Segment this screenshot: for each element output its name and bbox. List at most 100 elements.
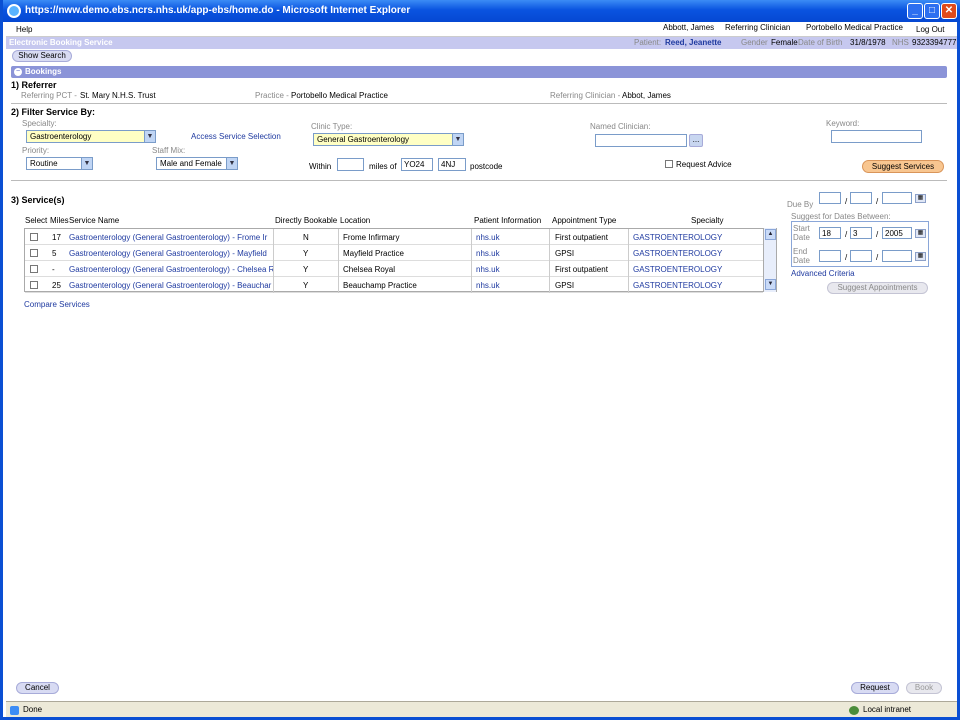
request-advice-label: Request Advice bbox=[676, 160, 732, 169]
specialty-link[interactable]: GASTROENTEROLOGY bbox=[633, 249, 759, 258]
cell-miles: 17 bbox=[52, 233, 61, 242]
calendar-icon[interactable]: ▦ bbox=[915, 229, 926, 238]
row-select-checkbox[interactable] bbox=[30, 233, 38, 241]
start-day-input[interactable]: 18 bbox=[819, 227, 841, 239]
menu-bar: Help Abbott, James Referring Clinician P… bbox=[6, 22, 957, 37]
close-button[interactable]: ✕ bbox=[941, 3, 957, 19]
postcode-part2-input[interactable]: 4NJ bbox=[438, 158, 466, 171]
date-separator: / bbox=[845, 230, 848, 239]
access-service-selection-link[interactable]: Access Service Selection bbox=[191, 132, 281, 141]
gender-value: Female bbox=[771, 38, 798, 47]
end-year-input[interactable] bbox=[882, 250, 912, 262]
postcode-part1-input[interactable]: YO24 bbox=[401, 158, 433, 171]
bookings-header[interactable]: − Bookings bbox=[11, 66, 947, 78]
priority-select[interactable]: Routine ▼ bbox=[26, 157, 93, 170]
cell-bookable: Y bbox=[303, 249, 309, 258]
specialty-link[interactable]: GASTROENTEROLOGY bbox=[633, 233, 759, 242]
priority-label: Priority: bbox=[22, 146, 50, 155]
start-month-input[interactable]: 3 bbox=[850, 227, 872, 239]
zone-text: Local intranet bbox=[863, 705, 912, 714]
column-divider bbox=[338, 261, 339, 277]
row-select-checkbox[interactable] bbox=[30, 265, 38, 273]
calendar-icon[interactable]: ▦ bbox=[915, 194, 926, 203]
show-search-bar: Show Search bbox=[6, 49, 957, 63]
chevron-down-icon: ▼ bbox=[226, 158, 237, 169]
pct-value: St. Mary N.H.S. Trust bbox=[80, 91, 156, 100]
column-divider bbox=[549, 261, 550, 277]
clinic-type-label: Clinic Type: bbox=[311, 122, 353, 131]
request-button[interactable]: Request bbox=[851, 682, 899, 694]
status-text: Done bbox=[23, 705, 43, 714]
column-divider bbox=[338, 245, 339, 261]
dob-label: Date of Birth bbox=[798, 38, 843, 47]
staff-mix-select[interactable]: Male and Female ▼ bbox=[156, 157, 238, 170]
start-day-value: 18 bbox=[822, 229, 831, 238]
divider bbox=[11, 180, 947, 181]
named-clinician-input[interactable] bbox=[595, 134, 687, 147]
patient-info-link[interactable]: nhs.uk bbox=[476, 281, 546, 290]
specialty-select[interactable]: Gastroenterology ▼ bbox=[26, 130, 156, 143]
due-day-input[interactable] bbox=[819, 192, 841, 204]
suggest-services-button[interactable]: Suggest Services bbox=[862, 160, 944, 173]
end-day-input[interactable] bbox=[819, 250, 841, 262]
request-advice-checkbox[interactable] bbox=[665, 160, 673, 168]
book-button[interactable]: Book bbox=[906, 682, 942, 694]
end-month-input[interactable] bbox=[850, 250, 872, 262]
col-location: Location bbox=[340, 216, 371, 225]
column-divider bbox=[471, 229, 472, 245]
suggest-appointments-button[interactable]: Suggest Appointments bbox=[827, 282, 928, 294]
specialty-link[interactable]: GASTROENTEROLOGY bbox=[633, 281, 759, 290]
cell-bookable: Y bbox=[303, 265, 309, 274]
cancel-button[interactable]: Cancel bbox=[16, 682, 59, 694]
nhs-number: 9323394777 bbox=[912, 38, 957, 47]
scroll-up-icon[interactable]: ▲ bbox=[765, 229, 776, 240]
keyword-label: Keyword: bbox=[826, 119, 860, 128]
show-search-button[interactable]: Show Search bbox=[12, 50, 72, 62]
minimize-button[interactable]: _ bbox=[907, 3, 923, 19]
service-name-link[interactable]: Gastroenterology (General Gastroenterolo… bbox=[69, 281, 273, 290]
due-year-input[interactable] bbox=[882, 192, 912, 204]
title-bar: https://nww.demo.ebs.ncrs.nhs.uk/app-ebs… bbox=[3, 0, 960, 22]
nhs-label: NHS bbox=[892, 38, 909, 47]
logout-link[interactable]: Log Out bbox=[916, 25, 944, 34]
cell-location: Beauchamp Practice bbox=[343, 281, 417, 290]
chevron-down-icon: ▼ bbox=[81, 158, 92, 169]
specialty-link[interactable]: GASTROENTEROLOGY bbox=[633, 265, 759, 274]
compare-services-link[interactable]: Compare Services bbox=[24, 300, 90, 309]
service-name-link[interactable]: Gastroenterology (General Gastroenterolo… bbox=[69, 249, 273, 258]
cell-bookable: N bbox=[303, 233, 309, 242]
patient-info-link[interactable]: nhs.uk bbox=[476, 265, 546, 274]
start-year-input[interactable]: 2005 bbox=[882, 227, 912, 239]
cell-location: Chelsea Royal bbox=[343, 265, 396, 274]
ie-icon bbox=[7, 4, 21, 18]
service-name-link[interactable]: Gastroenterology (General Gastroenterolo… bbox=[69, 265, 273, 274]
col-patient-information: Patient Information bbox=[474, 216, 542, 225]
row-select-checkbox[interactable] bbox=[30, 281, 38, 289]
clinic-type-select[interactable]: General Gastroenterology ▼ bbox=[313, 133, 464, 146]
collapse-icon: − bbox=[14, 68, 22, 76]
cell-miles: 25 bbox=[52, 281, 61, 290]
row-select-checkbox[interactable] bbox=[30, 249, 38, 257]
clinician-lookup-button[interactable]: ... bbox=[689, 134, 703, 147]
miles-input[interactable] bbox=[337, 158, 364, 171]
user-role: Referring Clinician bbox=[725, 23, 791, 32]
keyword-input[interactable] bbox=[831, 130, 922, 143]
column-divider bbox=[273, 261, 274, 277]
table-scrollbar[interactable]: ▲ ▼ bbox=[763, 228, 776, 292]
chevron-down-icon: ▼ bbox=[452, 134, 463, 145]
end-date-label: End Date bbox=[793, 247, 810, 265]
cell-bookable: Y bbox=[303, 281, 309, 290]
service-name-link[interactable]: Gastroenterology (General Gastroenterolo… bbox=[69, 233, 273, 242]
advanced-criteria-link[interactable]: Advanced Criteria bbox=[791, 269, 855, 278]
postcode-label: postcode bbox=[470, 162, 503, 171]
miles-of-label: miles of bbox=[369, 162, 397, 171]
patient-info-link[interactable]: nhs.uk bbox=[476, 249, 546, 258]
clinician-label: Referring Clinician - bbox=[550, 91, 621, 100]
patient-info-link[interactable]: nhs.uk bbox=[476, 233, 546, 242]
help-menu[interactable]: Help bbox=[16, 25, 32, 34]
column-divider bbox=[471, 261, 472, 277]
maximize-button[interactable]: □ bbox=[924, 3, 940, 19]
scroll-down-icon[interactable]: ▼ bbox=[765, 279, 776, 290]
due-month-input[interactable] bbox=[850, 192, 872, 204]
calendar-icon[interactable]: ▦ bbox=[915, 252, 926, 261]
